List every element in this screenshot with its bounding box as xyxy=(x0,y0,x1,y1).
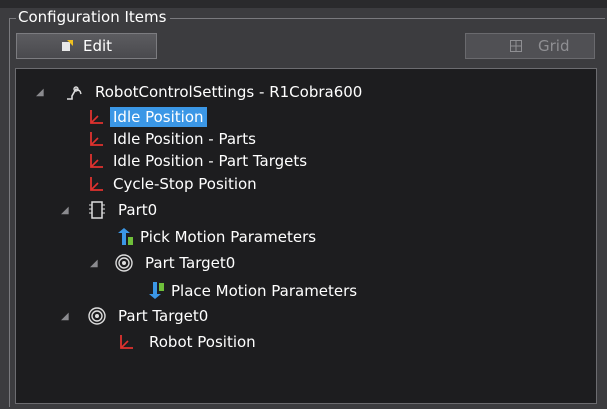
window-top-bar xyxy=(0,0,607,8)
target-icon xyxy=(115,254,133,272)
expander-icon[interactable]: ◢ xyxy=(90,259,100,269)
edit-button[interactable]: Edit xyxy=(16,33,157,59)
tree-node-pick-motion-parameters[interactable]: Pick Motion Parameters xyxy=(115,226,319,248)
grid-icon xyxy=(510,40,522,52)
tree-node-place-motion-parameters[interactable]: Place Motion Parameters xyxy=(146,280,360,302)
tree-node-part0[interactable]: ◢ Part0 xyxy=(61,199,160,221)
pick-motion-parameters-label: Pick Motion Parameters xyxy=(140,228,317,246)
idle-position-parts-label: Idle Position - Parts xyxy=(113,130,256,148)
robot-position-label: Robot Position xyxy=(149,333,256,351)
pick-motion-icon xyxy=(118,228,133,245)
idle-position-part-targets-label: Idle Position - Part Targets xyxy=(113,152,308,170)
root-label: RobotControlSettings - R1Cobra600 xyxy=(95,83,363,101)
edit-icon xyxy=(62,40,73,51)
part0-label: Part0 xyxy=(118,201,158,219)
edit-label: Edit xyxy=(83,37,113,55)
tree-node-part-target0[interactable]: ◢ Part Target0 xyxy=(61,305,211,327)
tree-node-robot-position[interactable]: Robot Position xyxy=(116,331,259,353)
position-axes-icon xyxy=(90,154,103,168)
configuration-tree[interactable]: ◢ RobotControlSettings - R1Cobra600 Idle… xyxy=(15,68,597,404)
place-motion-icon xyxy=(149,282,164,299)
part-target0-label: Part Target0 xyxy=(118,307,209,325)
position-axes-icon xyxy=(90,110,103,124)
position-axes-icon xyxy=(120,335,133,349)
tree-node-idle-position-parts[interactable]: Idle Position - Parts xyxy=(86,128,259,150)
idle-position-label: Idle Position xyxy=(110,107,207,127)
tree-node-idle-position[interactable]: Idle Position xyxy=(86,106,207,128)
part-chip-icon xyxy=(89,201,105,219)
tree-node-idle-position-part-targets[interactable]: Idle Position - Part Targets xyxy=(86,150,310,172)
position-axes-icon xyxy=(90,132,103,146)
tree-node-root[interactable]: ◢ RobotControlSettings - R1Cobra600 xyxy=(36,81,365,103)
expander-icon[interactable]: ◢ xyxy=(36,88,46,98)
expander-icon[interactable]: ◢ xyxy=(61,312,71,322)
cycle-stop-position-label: Cycle-Stop Position xyxy=(113,175,257,193)
group-title: Configuration Items xyxy=(16,8,171,26)
grid-label: Grid xyxy=(538,37,570,55)
tree-node-cycle-stop-position[interactable]: Cycle-Stop Position xyxy=(86,173,260,195)
part-target0-child-label: Part Target0 xyxy=(145,254,236,272)
tree-node-part-target0-child[interactable]: ◢ Part Target0 xyxy=(90,252,238,274)
robot-arm-icon xyxy=(67,86,82,100)
target-icon xyxy=(88,307,106,325)
expander-icon[interactable]: ◢ xyxy=(61,206,71,216)
place-motion-parameters-label: Place Motion Parameters xyxy=(171,282,358,300)
position-axes-icon xyxy=(90,177,103,191)
grid-button[interactable]: Grid xyxy=(465,33,595,59)
